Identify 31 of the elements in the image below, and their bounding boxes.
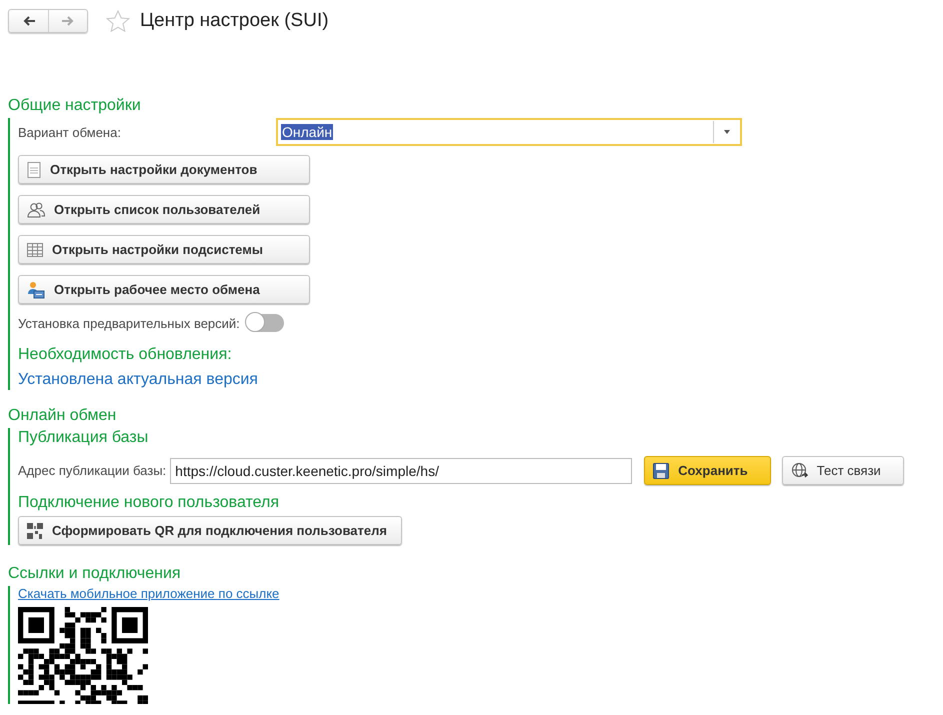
section-title: Онлайн обмен bbox=[8, 406, 118, 425]
action-button[interactable]: Открыть список пользователей bbox=[18, 195, 310, 224]
download-link[interactable]: Скачать мобильное приложение по ссылке bbox=[18, 586, 280, 601]
table-icon bbox=[27, 242, 43, 256]
star-icon[interactable] bbox=[106, 10, 130, 32]
section-title: Публикация базы bbox=[18, 428, 150, 447]
save-button[interactable]: Сохранить bbox=[644, 456, 771, 485]
action-button[interactable]: Открыть настройки документов bbox=[18, 155, 310, 184]
section-title: Ссылки и подключения bbox=[8, 564, 182, 583]
action-button[interactable]: Открыть настройки подсистемы bbox=[18, 235, 310, 264]
field-label: Установка предварительных версий: bbox=[18, 316, 240, 330]
action-button[interactable]: Сформировать QR для подключения пользователя bbox=[18, 516, 402, 545]
section-title: Подключение нового пользователя bbox=[18, 493, 280, 512]
users-icon bbox=[27, 202, 45, 218]
page-title: Центр настроек (SUI) bbox=[140, 10, 329, 32]
user-card-icon bbox=[27, 280, 45, 298]
globe-icon bbox=[790, 462, 808, 479]
qr-code-icon bbox=[27, 522, 43, 538]
action-button[interactable]: Открыть рабочее место обмена bbox=[18, 275, 310, 304]
test-connection-button[interactable]: Тест связи bbox=[782, 456, 904, 485]
document-icon bbox=[27, 162, 41, 178]
exchange-variant-dropdown[interactable]: Онлайн bbox=[276, 118, 742, 146]
toggle-switch[interactable] bbox=[246, 314, 284, 332]
address-field[interactable]: https://cloud.custer.keenetic.pro/simple/hs/ bbox=[170, 458, 632, 484]
section-title: Общие настройки bbox=[8, 96, 142, 115]
section-subtitle: Необходимость обновления: bbox=[18, 345, 232, 365]
field-label: Адрес публикации базы: bbox=[18, 463, 166, 478]
left-arrow-icon[interactable] bbox=[22, 15, 36, 27]
caret-icon[interactable] bbox=[724, 130, 730, 134]
status-text: Установлена актуальная версия bbox=[18, 370, 258, 390]
field-label: Вариант обмена: bbox=[18, 124, 122, 140]
